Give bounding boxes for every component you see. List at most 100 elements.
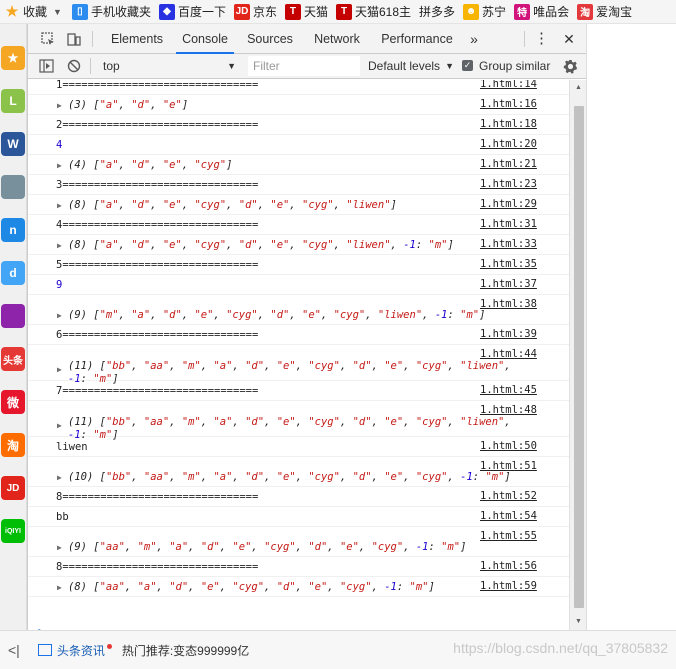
expand-triangle-icon[interactable]: ▶	[57, 365, 62, 374]
d-app-icon[interactable]: d	[1, 261, 25, 285]
source-link[interactable]: 1.html:56	[480, 560, 537, 572]
source-link[interactable]: 1.html:31	[480, 218, 537, 230]
hot-recommendation[interactable]: 热门推荐: 变态999999亿	[122, 642, 249, 659]
jd-side-icon[interactable]: JD	[1, 476, 25, 500]
expand-triangle-icon[interactable]: ▶	[57, 161, 62, 170]
bookmark-label: 京东	[252, 5, 277, 19]
app-icon[interactable]: n	[1, 218, 25, 242]
tab-console[interactable]: Console	[176, 24, 234, 54]
console-message: 1.html:37 9	[28, 275, 569, 295]
taobao-side-icon[interactable]: 淘	[1, 433, 25, 457]
expand-triangle-icon[interactable]: ▶	[57, 311, 62, 320]
source-link[interactable]: 1.html:45	[480, 384, 537, 396]
console-message: 1.html:35 5==============================…	[28, 255, 569, 275]
expand-triangle-icon[interactable]: ▶	[57, 201, 62, 210]
console-message: 1.html:16 ▶ (3) ["a", "d", "e"]	[28, 95, 569, 115]
message-text: bb	[56, 511, 69, 523]
bookmark-item[interactable]: 拼多多	[415, 0, 459, 23]
source-link[interactable]: 1.html:20	[480, 138, 537, 150]
console-message: 1.html:48 ▶ (11) ["bb", "aa", "m", "a", "d…	[28, 401, 569, 441]
hot-text: 变态999999亿	[173, 643, 250, 658]
expand-triangle-icon[interactable]: ▶	[57, 241, 62, 250]
inspect-element-icon[interactable]	[40, 31, 56, 47]
expand-triangle-icon[interactable]: ▶	[57, 583, 62, 592]
source-link[interactable]: 1.html:18	[480, 118, 537, 130]
tab-performance[interactable]: Performance	[376, 24, 458, 54]
context-value: top	[103, 59, 120, 73]
game-character-icon[interactable]	[1, 304, 25, 328]
tab-sources[interactable]: Sources	[240, 24, 300, 54]
source-link[interactable]: 1.html:33	[480, 238, 537, 250]
bookmark-item[interactable]: ★ 收藏	[0, 0, 51, 23]
filter-input[interactable]: Filter	[248, 56, 360, 76]
source-link[interactable]: 1.html:50	[480, 440, 537, 452]
source-link[interactable]: 1.html:29	[480, 198, 537, 210]
message-text: 2===============================	[56, 119, 259, 131]
bookmark-item[interactable]: ☻ 苏宁	[459, 0, 510, 23]
close-devtools-button[interactable]: ✕	[560, 24, 578, 54]
source-link[interactable]: 1.html:48	[480, 404, 537, 416]
tmall-icon: T	[336, 3, 352, 20]
message-text: 7===============================	[56, 385, 259, 397]
caret-down-icon[interactable]: ▼	[53, 7, 62, 17]
gear-icon[interactable]	[562, 58, 578, 74]
bookmark-item[interactable]: 特唯品会	[510, 0, 573, 23]
weibo-icon[interactable]: 微	[1, 390, 25, 414]
bookmark-item[interactable]: 淘爱淘宝	[573, 0, 636, 23]
bookmarks-bar: ★ 收藏 ▼ ▯ 手机收藏夹 ◆ 百度一下 JD 京东 T 天猫 T 天猫618主 拼多多 ☻ 苏宁特唯品会淘…	[0, 0, 676, 24]
sidebar-toggle-icon[interactable]	[38, 58, 54, 74]
game-app-icon[interactable]	[1, 175, 25, 199]
console-message: 1.html:33 ▶ (8) ["a", "d", "e", "cyg", "d"…	[28, 235, 569, 255]
source-link[interactable]: 1.html:37	[480, 278, 537, 290]
iqiyi-icon[interactable]: iQIYI	[1, 519, 25, 543]
source-link[interactable]: 1.html:23	[480, 178, 537, 190]
source-link[interactable]: 1.html:59	[480, 580, 537, 592]
expand-triangle-icon[interactable]: ▶	[57, 421, 62, 430]
message-text: (3) ["a", "d", "e"]	[68, 99, 189, 111]
bookmark-item[interactable]: JD 京东	[230, 0, 281, 23]
console-message: 1.html:45 7==============================…	[28, 381, 569, 401]
expand-triangle-icon[interactable]: ▶	[57, 543, 62, 552]
source-link[interactable]: 1.html:14	[480, 80, 537, 90]
source-link[interactable]: 1.html:44	[480, 348, 537, 360]
bookmark-item[interactable]: T 天猫	[281, 0, 332, 23]
console-message: 1.html:21 ▶ (4) ["a", "d", "e", "cyg"]	[28, 155, 569, 175]
tab-network[interactable]: Network	[306, 24, 368, 54]
more-tabs-button[interactable]: »	[464, 24, 484, 54]
bookmark-item[interactable]: ◆ 百度一下	[155, 0, 230, 23]
hot-prefix: 热门推荐:	[121, 643, 174, 658]
page-content-area	[586, 24, 676, 630]
taobao-icon: 淘	[577, 3, 594, 20]
collapse-arrow-icon[interactable]: <|	[8, 642, 20, 658]
expand-triangle-icon[interactable]: ▶	[57, 101, 62, 110]
source-link[interactable]: 1.html:38	[480, 298, 537, 310]
favorites-star-icon[interactable]: ★	[1, 46, 25, 70]
source-link[interactable]: 1.html:21	[480, 158, 537, 170]
scroll-up-arrow-icon[interactable]: ▲	[575, 84, 582, 91]
clear-console-icon[interactable]	[66, 58, 82, 74]
source-link[interactable]: 1.html:39	[480, 328, 537, 340]
device-toolbar-icon[interactable]	[66, 31, 82, 47]
source-link[interactable]: 1.html:55	[480, 530, 537, 542]
bookmark-label: 百度一下	[177, 5, 226, 19]
scroll-thumb[interactable]	[574, 106, 584, 608]
console-message: 1.html:39 6==============================…	[28, 325, 569, 345]
toutiao-icon[interactable]: 头条	[1, 347, 25, 371]
news-button[interactable]: 头条资讯	[37, 642, 112, 659]
tab-elements[interactable]: Elements	[102, 24, 172, 54]
group-similar-checkbox[interactable]: ✓	[462, 60, 473, 71]
source-link[interactable]: 1.html:35	[480, 258, 537, 270]
console-scrollbar[interactable]: ▲ ▼	[569, 80, 587, 630]
word-doc-icon[interactable]: W	[1, 132, 25, 156]
log-levels-dropdown[interactable]: Default levels ▼	[368, 57, 454, 75]
bookmark-item[interactable]: T 天猫618主	[332, 0, 415, 23]
source-link[interactable]: 1.html:54	[480, 510, 537, 522]
scroll-down-arrow-icon[interactable]: ▼	[575, 618, 582, 625]
source-link[interactable]: 1.html:16	[480, 98, 537, 110]
expand-triangle-icon[interactable]: ▶	[57, 473, 62, 482]
context-selector[interactable]: top ▼	[100, 57, 238, 75]
source-link[interactable]: 1.html:52	[480, 490, 537, 502]
bookmark-item[interactable]: ▯ 手机收藏夹	[68, 0, 155, 23]
devtools-menu-button[interactable]: ⋮	[534, 24, 549, 54]
clock-app-icon[interactable]: L	[1, 89, 25, 113]
